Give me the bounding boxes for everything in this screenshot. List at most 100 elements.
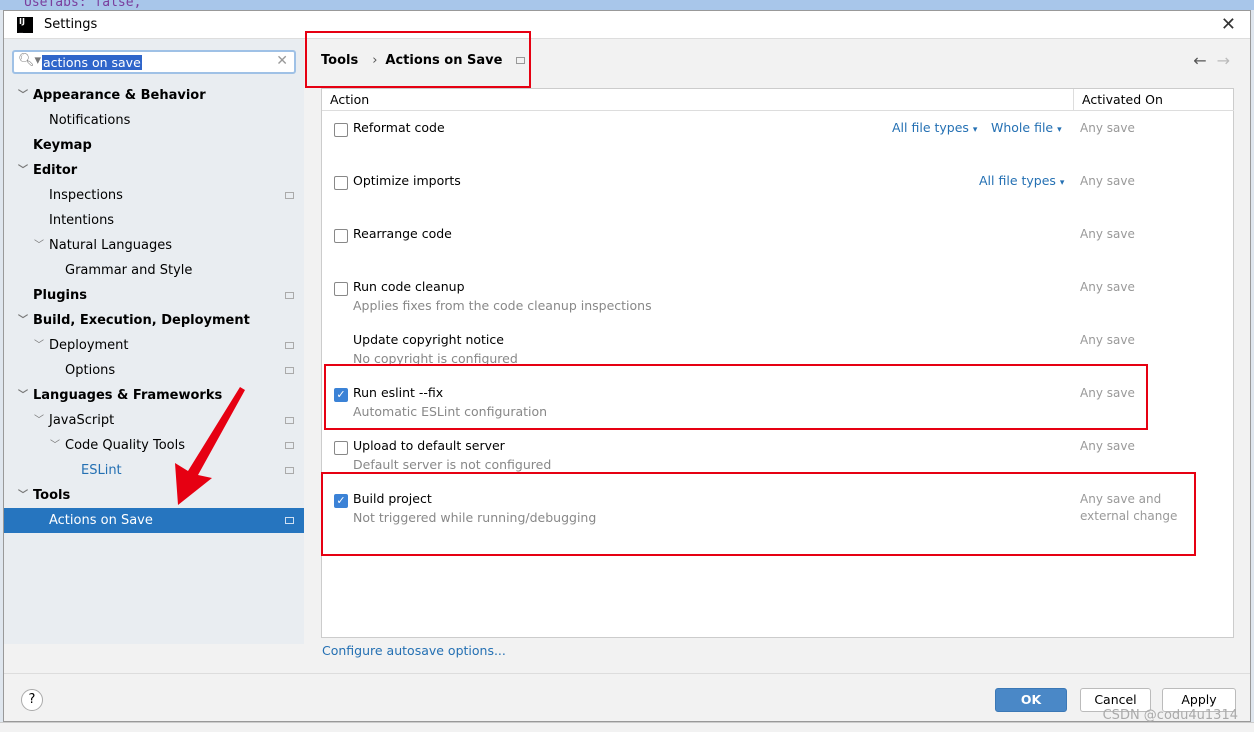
chevron-down-icon[interactable]: ﹀ <box>34 408 44 433</box>
navigation: ← → <box>1193 51 1230 70</box>
tree-item-label: Code Quality Tools <box>65 438 186 453</box>
tree-item[interactable]: ﹀ Editor <box>4 158 304 183</box>
action-title: Run code cleanup <box>353 279 465 294</box>
window-title: Settings <box>44 17 98 32</box>
chevron-down-icon[interactable]: ﹀ <box>18 158 28 183</box>
search-value: actions on save <box>42 55 142 70</box>
tree-item[interactable]: ﹀ Build, Execution, Deployment <box>4 308 304 333</box>
action-title: Reformat code <box>353 120 445 135</box>
chevron-down-icon[interactable]: ﹀ <box>34 233 44 258</box>
tree-item[interactable]: ﹀ JavaScript <box>4 408 304 433</box>
tree-item[interactable]: Inspections <box>4 183 304 208</box>
tree-item[interactable]: ﹀ Deployment <box>4 333 304 358</box>
clear-icon[interactable]: ✕ <box>276 53 288 69</box>
table-row: Rearrange code Any save <box>322 221 1234 274</box>
tree-item-label: Tools <box>33 488 71 503</box>
chevron-down-icon[interactable]: ﹀ <box>18 483 28 508</box>
column-header-action[interactable]: Action <box>322 89 1074 111</box>
forward-arrow-icon[interactable]: → <box>1217 51 1230 70</box>
column-header-activated-on[interactable]: Activated On <box>1074 89 1234 111</box>
tree-item[interactable]: ﹀ Languages & Frameworks <box>4 383 304 408</box>
chevron-down-icon[interactable]: ﹀ <box>18 308 28 333</box>
dropdown-value: Whole file <box>991 120 1054 135</box>
search-input[interactable]: 🔍︎▾ actions on save ✕ <box>12 50 296 74</box>
close-icon[interactable]: ✕ <box>1221 14 1236 35</box>
tree-item[interactable]: Grammar and Style <box>4 258 304 283</box>
activated-on[interactable]: Any save <box>1080 173 1135 190</box>
tree-item[interactable]: ﹀ Tools <box>4 483 304 508</box>
tree-item[interactable]: Notifications <box>4 108 304 133</box>
dropdown[interactable]: All file types ▾ <box>892 120 977 135</box>
project-level-icon <box>285 367 294 374</box>
annotation-arrow-icon <box>175 387 245 505</box>
background-editor: UseTabs: false, <box>0 0 1254 10</box>
tree-item-label: Grammar and Style <box>65 263 193 278</box>
action-subtitle: Applies fixes from the code cleanup insp… <box>353 298 652 313</box>
dropdown[interactable]: Whole file ▾ <box>991 120 1062 135</box>
tree-item-label: Appearance & Behavior <box>33 88 206 103</box>
activated-on[interactable]: Any save <box>1080 226 1135 243</box>
tree-item[interactable]: ﹀ Appearance & Behavior <box>4 83 304 108</box>
tree-item-label: Editor <box>33 163 78 178</box>
table-row: Run code cleanup Applies fixes from the c… <box>322 274 1234 327</box>
chevron-down-icon: ▾ <box>972 125 978 135</box>
activated-on[interactable]: Any save <box>1080 438 1135 455</box>
tree-item-label: ESLint <box>81 463 122 478</box>
checkbox[interactable] <box>334 123 348 137</box>
project-level-icon <box>285 417 294 424</box>
tree-item[interactable]: Plugins <box>4 283 304 308</box>
settings-sidebar: 🔍︎▾ actions on save ✕ ﹀ Appearance & Beha… <box>4 39 304 644</box>
tree-item-label: Options <box>65 363 116 378</box>
tree-item-label: Build, Execution, Deployment <box>33 313 250 328</box>
chevron-down-icon[interactable]: ﹀ <box>18 383 28 408</box>
tree-item[interactable]: Options <box>4 358 304 383</box>
checkbox[interactable] <box>334 229 348 243</box>
action-subtitle: Default server is not configured <box>353 457 552 472</box>
dropdown-value: All file types <box>892 120 969 135</box>
annotation-box-breadcrumb <box>305 31 531 88</box>
help-button[interactable]: ? <box>21 689 43 711</box>
tree-item[interactable]: ﹀ Code Quality Tools <box>4 433 304 458</box>
activated-on[interactable]: Any save <box>1080 332 1135 349</box>
chevron-down-icon[interactable]: ﹀ <box>50 433 60 458</box>
checkbox[interactable] <box>334 176 348 190</box>
activated-on[interactable]: Any save <box>1080 279 1135 296</box>
dialog-footer: ? OK Cancel Apply CSDN @codu4u1314 <box>4 673 1250 723</box>
tree-item[interactable]: ESLint <box>4 458 304 483</box>
project-level-icon <box>285 517 294 524</box>
ok-button[interactable]: OK <box>995 688 1067 712</box>
table-row: Reformat code All file types ▾ Whole file … <box>322 115 1234 168</box>
tree-item-label: Plugins <box>33 288 87 303</box>
tree-item-label: JavaScript <box>49 413 115 428</box>
annotation-box-eslint <box>324 364 1148 430</box>
watermark: CSDN @codu4u1314 <box>1102 708 1238 723</box>
project-level-icon <box>285 442 294 449</box>
intellij-logo-icon: IJ _ <box>17 17 33 34</box>
tree-item[interactable]: Keymap <box>4 133 304 158</box>
tree-item[interactable]: Intentions <box>4 208 304 233</box>
checkbox[interactable] <box>334 282 348 296</box>
project-level-icon <box>285 467 294 474</box>
checkbox[interactable] <box>334 441 348 455</box>
tree-item[interactable]: Actions on Save <box>4 508 304 533</box>
tree-item[interactable]: ﹀ Natural Languages <box>4 233 304 258</box>
background-status <box>0 722 1254 732</box>
chevron-down-icon[interactable]: ﹀ <box>34 333 44 358</box>
action-title: Optimize imports <box>353 173 461 188</box>
dropdown[interactable]: All file types ▾ <box>979 173 1064 188</box>
action-title: Rearrange code <box>353 226 452 241</box>
tree-item-label: Intentions <box>49 213 115 228</box>
table-row: Optimize imports All file types ▾ Any save <box>322 168 1234 221</box>
dropdown-value: All file types <box>979 173 1056 188</box>
tree-item-label: Actions on Save <box>49 513 153 528</box>
project-level-icon <box>285 342 294 349</box>
back-arrow-icon[interactable]: ← <box>1193 51 1206 70</box>
chevron-down-icon: ▾ <box>1059 178 1065 188</box>
configure-autosave-link[interactable]: Configure autosave options... <box>322 643 506 658</box>
tree-item-label: Natural Languages <box>49 238 173 253</box>
activated-on[interactable]: Any save <box>1080 120 1135 137</box>
chevron-down-icon[interactable]: ﹀ <box>18 83 28 108</box>
annotation-box-build <box>321 472 1196 556</box>
tree-item-label: Deployment <box>49 338 129 353</box>
settings-tree: ﹀ Appearance & Behavior Notifications Keyma… <box>4 83 304 533</box>
